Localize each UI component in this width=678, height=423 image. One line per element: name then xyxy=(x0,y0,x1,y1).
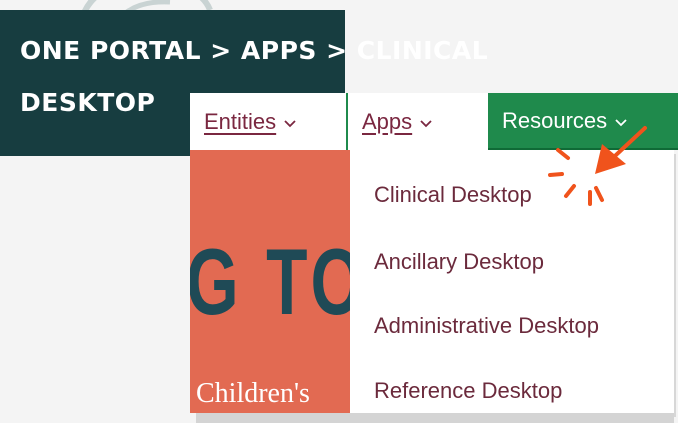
hero-caption: Children's xyxy=(196,378,310,409)
menu-item-ancillary-desktop[interactable]: Ancillary Desktop xyxy=(374,249,544,275)
dropdown-shadow xyxy=(196,413,674,423)
nav-apps-label: Apps xyxy=(362,108,413,134)
nav-entities-label: Entities xyxy=(204,108,277,134)
menu-item-administrative-desktop[interactable]: Administrative Desktop xyxy=(374,313,599,339)
hero-headline: G TO xyxy=(190,229,350,334)
arrow-pointer-icon xyxy=(548,126,647,206)
page-title-line-1: ONE PORTAL > APPS > CLINICAL xyxy=(20,36,489,65)
page-title-line-2: DESKTOP xyxy=(20,88,156,117)
menu-item-reference-desktop[interactable]: Reference Desktop xyxy=(374,378,562,404)
chevron-down-icon xyxy=(420,118,432,130)
hero-image: G TO Children's xyxy=(190,150,350,413)
menu-item-clinical-desktop[interactable]: Clinical Desktop xyxy=(374,182,532,208)
chevron-down-icon xyxy=(284,118,296,130)
nav-apps[interactable]: Apps xyxy=(346,93,488,150)
nav-entities[interactable]: Entities xyxy=(190,93,346,150)
background-area xyxy=(0,156,190,423)
